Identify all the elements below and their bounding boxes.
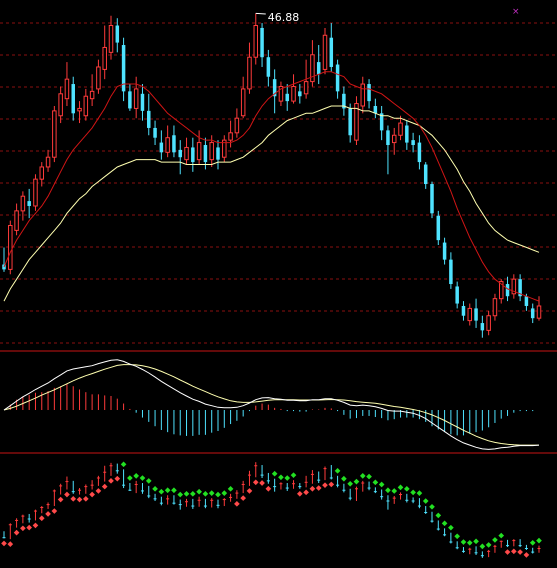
candle-body-up [253,25,259,58]
candle-body-down [430,184,434,214]
candle-body-up [20,195,26,212]
candle-body-up [486,315,491,331]
candle-body-down [442,242,447,260]
candle-body-up [102,46,107,70]
candle-body-down [329,37,334,67]
candle-body-down [474,308,478,321]
candle-body-up [89,90,95,100]
candle-body-down [417,142,422,163]
candle-body-down [260,27,264,58]
candle-body-up [536,305,542,319]
candle-body-up [64,78,70,100]
candle-body-down [71,84,75,114]
candle-body-up [8,224,13,270]
candle-body-down [203,145,208,163]
candle-body-up [303,81,309,95]
candle-body-down [266,57,271,77]
candle-body-down [335,64,340,92]
candle-body-down [147,110,151,128]
candle-body-down [480,323,485,331]
candle-body-down [140,93,145,111]
peak-leader-line [255,12,266,15]
candle-body-down [178,149,182,158]
candle-body-down [524,296,529,306]
candle-body-up [467,307,473,322]
candle-body-up [39,166,45,180]
candle-body-up [360,83,366,107]
candle-body-up [108,25,114,53]
candle-body-down [298,91,302,97]
peak-price-label: 46.88 [268,11,300,24]
candle-body-down [461,305,466,316]
candle-body-up [77,107,82,112]
candle-body-up [184,146,189,161]
candle-body-down [153,127,157,138]
candle-body-up [209,142,214,161]
stock-chart: 46.88 × [0,0,557,568]
candle-body-down [27,201,31,206]
candle-body-up [96,66,101,90]
candle-body-down [172,135,176,153]
candle-body-up [14,210,19,231]
candle-body-down [436,215,441,241]
candle-body-down [216,147,220,160]
candle-body-down [386,130,390,146]
candle-body-down [373,105,378,114]
candle-body-down [285,93,289,102]
candle-body-down [115,25,120,43]
candle-body-down [423,164,428,185]
candle-body-down [449,259,453,285]
chart-background [0,0,557,568]
corner-marker: × [512,7,520,17]
candle-body-down [505,284,510,297]
candle-body-up [247,56,252,90]
candle-body-up [291,85,296,102]
candle-body-up [240,88,246,117]
candle-body-down [316,62,321,75]
candle-body-up [165,137,170,153]
candle-body-down [159,142,164,153]
candle-body-up [228,132,233,141]
candle-body-up [83,95,89,117]
candle-body-up [196,142,202,161]
candle-body-down [405,125,409,143]
candle-body-up [391,134,397,144]
candle-body-up [492,298,498,317]
candle-body-up [234,117,240,134]
candle-body-up [58,93,63,117]
candle-body-up [33,178,38,207]
candle-body-up [52,110,57,158]
candle-body-up [322,34,328,70]
corner-x-icon: × [512,7,520,17]
candle-body-down [191,147,195,163]
candle-body-down [530,308,535,319]
candle-body-down [348,108,352,136]
candle-body-down [455,286,459,304]
candle-body-up [398,122,403,136]
candle-body-down [367,84,371,102]
candle-body-down [128,91,132,109]
candle-body-up [45,156,51,168]
candle-body-up [133,88,139,109]
candle-body-down [411,140,415,146]
